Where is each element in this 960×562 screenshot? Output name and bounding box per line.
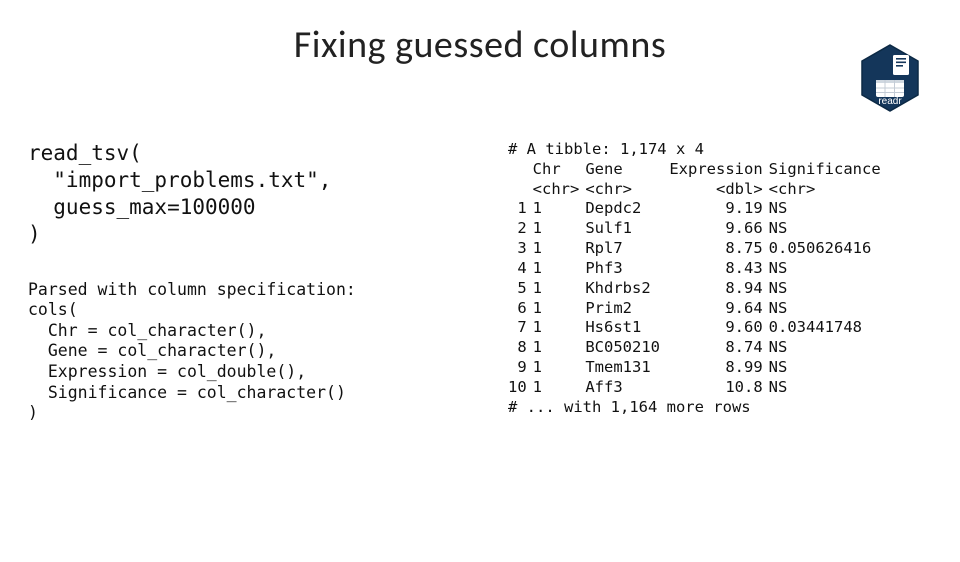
table-row: 31Rpl7 8.750.050626416 (508, 239, 887, 259)
table-cell: 9.19 (669, 199, 768, 219)
table-cell: BC050210 (585, 338, 669, 358)
table-row: 101Aff310.8 NS (508, 378, 887, 398)
table-row: 21Sulf1 9.66NS (508, 219, 887, 239)
table-cell: 3 (508, 239, 533, 259)
table-row: 61Prim2 9.64NS (508, 299, 887, 319)
table-cell: Aff3 (585, 378, 669, 398)
slide-title: Fixing guessed columns (0, 22, 960, 68)
right-column: # A tibble: 1,174 x 4 Chr Gene Expressio… (508, 140, 932, 424)
table-cell: Hs6st1 (585, 318, 669, 338)
col-type: <chr> (585, 180, 669, 200)
table-cell: 8.43 (669, 259, 768, 279)
table-cell: 1 (533, 299, 586, 319)
table-cell: 0.050626416 (769, 239, 887, 259)
table-cell: NS (769, 259, 887, 279)
table-cell: 1 (533, 358, 586, 378)
table-cell: 2 (508, 219, 533, 239)
table-cell: 1 (533, 239, 586, 259)
table-cell: 8.94 (669, 279, 768, 299)
table-row: 41Phf3 8.43NS (508, 259, 887, 279)
table-cell: Sulf1 (585, 219, 669, 239)
table-row: 51Khdrbs2 8.94NS (508, 279, 887, 299)
table-cell: 9 (508, 358, 533, 378)
col-header: Gene (585, 160, 669, 180)
table-row: 11Depdc2 9.19NS (508, 199, 887, 219)
tibble-footer: # ... with 1,164 more rows (508, 398, 932, 418)
col-type: <chr> (769, 180, 887, 200)
table-row: 91Tmem131 8.99NS (508, 358, 887, 378)
col-header: Chr (533, 160, 586, 180)
table-cell: 5 (508, 279, 533, 299)
col-type: <dbl> (669, 180, 768, 200)
table-cell: NS (769, 199, 887, 219)
table-cell: 8.74 (669, 338, 768, 358)
table-row: 81BC050210 8.74NS (508, 338, 887, 358)
table-cell: 1 (533, 259, 586, 279)
table-cell: 1 (533, 279, 586, 299)
table-type-row: <chr> <chr> <dbl> <chr> (508, 180, 887, 200)
col-header: Significance (769, 160, 887, 180)
readr-logo: readr (860, 44, 920, 112)
table-cell: 1 (533, 199, 586, 219)
table-cell: Tmem131 (585, 358, 669, 378)
tibble-table: Chr Gene Expression Significance <chr> <… (508, 160, 887, 398)
code-read-tsv: read_tsv( "import_problems.txt", guess_m… (28, 140, 448, 248)
table-cell: NS (769, 219, 887, 239)
table-cell: 1 (508, 199, 533, 219)
table-cell: 10 (508, 378, 533, 398)
table-header-row: Chr Gene Expression Significance (508, 160, 887, 180)
table-cell: 1 (533, 378, 586, 398)
column-spec: Parsed with column specification: cols( … (28, 280, 448, 424)
table-cell: 7 (508, 318, 533, 338)
table-cell: 1 (533, 219, 586, 239)
table-row: 71Hs6st1 9.600.03441748 (508, 318, 887, 338)
table-cell: Prim2 (585, 299, 669, 319)
table-cell: 10.8 (669, 378, 768, 398)
svg-text:readr: readr (878, 96, 902, 107)
table-cell: 1 (533, 318, 586, 338)
table-cell: NS (769, 378, 887, 398)
table-cell: 0.03441748 (769, 318, 887, 338)
table-cell: 8.99 (669, 358, 768, 378)
table-cell: Phf3 (585, 259, 669, 279)
table-cell: NS (769, 299, 887, 319)
table-cell: 9.60 (669, 318, 768, 338)
table-cell: Rpl7 (585, 239, 669, 259)
table-cell: 8.75 (669, 239, 768, 259)
table-cell: 4 (508, 259, 533, 279)
left-column: read_tsv( "import_problems.txt", guess_m… (28, 140, 448, 424)
col-type: <chr> (533, 180, 586, 200)
table-cell: Khdrbs2 (585, 279, 669, 299)
table-cell: 9.64 (669, 299, 768, 319)
table-cell: NS (769, 358, 887, 378)
table-cell: NS (769, 338, 887, 358)
table-cell: Depdc2 (585, 199, 669, 219)
tibble-header: # A tibble: 1,174 x 4 (508, 140, 932, 160)
table-cell: 6 (508, 299, 533, 319)
table-cell: 1 (533, 338, 586, 358)
table-cell: NS (769, 279, 887, 299)
content-area: read_tsv( "import_problems.txt", guess_m… (0, 140, 960, 424)
table-cell: 8 (508, 338, 533, 358)
col-header: Expression (669, 160, 768, 180)
table-cell: 9.66 (669, 219, 768, 239)
